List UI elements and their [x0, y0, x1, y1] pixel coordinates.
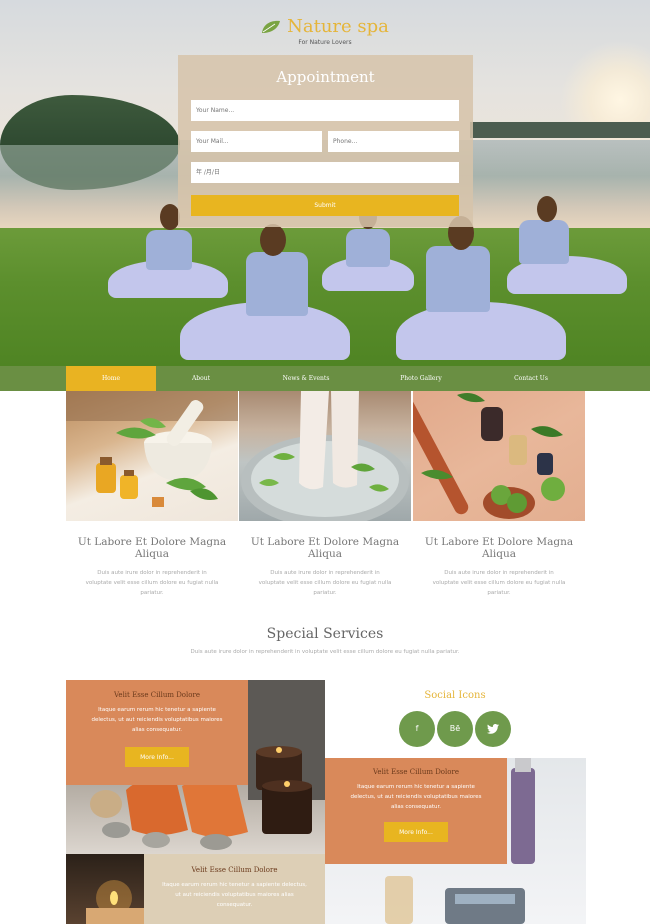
brand-title[interactable]: Nature spa	[287, 16, 389, 37]
twitter-bird-icon	[487, 723, 499, 734]
feature-title: Ut Labore Et Dolore Magna Aliqua	[424, 536, 574, 560]
facebook-icon[interactable]: f	[399, 711, 435, 747]
feature-card: Ut Labore Et Dolore Magna Aliqua Duis au…	[66, 391, 238, 598]
submit-button[interactable]: Submit	[191, 195, 459, 216]
special-services-title: Special Services	[266, 626, 384, 642]
service-title: Velit Esse Cillum Dolore	[373, 768, 459, 776]
twitter-icon[interactable]	[475, 711, 511, 747]
behance-icon[interactable]: Bē	[437, 711, 473, 747]
service-text: Itaque earum rerum hic tenetur a sapient…	[350, 784, 482, 810]
nav-item-contact-us[interactable]: Contact Us	[476, 366, 586, 391]
feature-image-footbath	[239, 391, 411, 521]
nav-item-news-events[interactable]: News & Events	[246, 366, 366, 391]
social-icons-title: Social Icons	[424, 690, 486, 701]
footbath-illustration	[241, 391, 409, 521]
more-info-button[interactable]: More Info...	[384, 822, 448, 842]
service-text: Itaque earum rerum hic tenetur a sapient…	[162, 882, 307, 908]
appointment-title: Appointment	[276, 68, 375, 86]
feature-title: Ut Labore Et Dolore Magna Aliqua	[77, 536, 227, 560]
main-nav: Home About News & Events Photo Gallery C…	[0, 366, 650, 391]
brand: Nature spa For Nature Lovers	[0, 16, 650, 46]
mail-input[interactable]	[191, 131, 322, 152]
candle-photo	[66, 854, 144, 924]
service-title: Velit Esse Cillum Dolore	[191, 866, 278, 874]
feature-text: Duis aute irure dolor in reprehenderit i…	[258, 570, 392, 596]
nav-item-about[interactable]: About	[156, 366, 246, 391]
feature-card: Ut Labore Et Dolore Magna Aliqua Duis au…	[413, 391, 585, 598]
brand-tagline: For Nature Lovers	[298, 38, 352, 46]
nav-item-photo-gallery[interactable]: Photo Gallery	[366, 366, 476, 391]
service-card: Velit Esse Cillum Dolore Itaque earum re…	[66, 680, 248, 785]
feature-text: Duis aute irure dolor in reprehenderit i…	[85, 570, 219, 596]
leaf-icon	[262, 20, 281, 33]
candle-flame-illustration	[86, 880, 144, 924]
feature-text: Duis aute irure dolor in reprehenderit i…	[432, 570, 566, 596]
service-card: Velit Esse Cillum Dolore Itaque earum re…	[144, 854, 325, 924]
feature-image-mortar	[66, 391, 238, 521]
feature-title: Ut Labore Et Dolore Magna Aliqua	[250, 536, 400, 560]
service-text: Itaque earum rerum hic tenetur a sapient…	[91, 707, 223, 733]
hero-banner: Nature spa For Nature Lovers Appointment…	[0, 0, 650, 366]
appointment-form: Appointment Submit	[178, 55, 473, 227]
herbal-oils-illustration	[413, 393, 565, 519]
more-info-button[interactable]: More Info...	[125, 747, 189, 767]
name-input[interactable]	[191, 100, 459, 121]
feature-image-herbal-oils	[413, 391, 585, 521]
service-title: Velit Esse Cillum Dolore	[114, 691, 200, 699]
phone-input[interactable]	[328, 131, 459, 152]
far-shore	[470, 122, 650, 138]
service-card: Velit Esse Cillum Dolore Itaque earum re…	[325, 758, 507, 864]
feature-card: Ut Labore Et Dolore Magna Aliqua Duis au…	[239, 391, 411, 598]
special-services-subtitle: Duis aute irure dolor in reprehenderit i…	[190, 649, 460, 655]
mortar-herbs-illustration	[66, 391, 238, 507]
date-input[interactable]	[191, 162, 459, 183]
nav-item-home[interactable]: Home	[66, 366, 156, 391]
